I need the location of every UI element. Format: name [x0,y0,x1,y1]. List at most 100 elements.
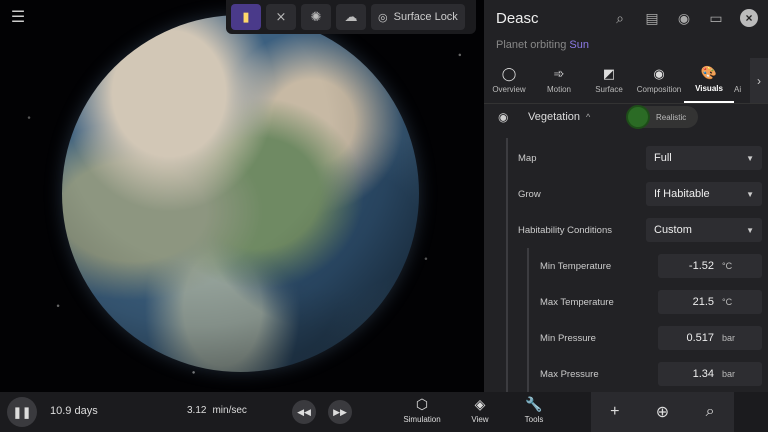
max-temperature-label: Max Temperature [540,296,614,308]
surface-lock-button[interactable]: ◎ Surface Lock [371,4,465,30]
menu-label: Simulation [403,415,441,424]
max-temperature-input[interactable]: 21.5 °C [658,290,762,314]
search-icon[interactable]: ⌕ [606,4,634,32]
add-icon[interactable]: + [600,403,630,421]
no-lines-icon[interactable]: ⨯ [266,4,296,30]
view-toolbar: ▮ ⨯ ✺ ☁ ◎ Surface Lock [226,0,476,34]
habitability-row: Habitability Conditions Custom ▼ [518,217,762,243]
tab-surface[interactable]: ◩ Surface [584,58,634,103]
visibility-eye-icon[interactable]: ◉ [498,110,514,124]
chevron-right-icon[interactable]: › [750,58,768,103]
max-pressure-input[interactable]: 1.34 bar [658,362,762,386]
min-pressure-label: Min Pressure [540,332,596,344]
speed-unit: min/sec [212,405,247,416]
action-buttons: + ⊕ ⌕ [591,392,734,432]
motion-icon: ➾ [553,66,565,81]
min-pressure-input[interactable]: 0.517 bar [658,326,762,350]
panel-subtitle: Planet orbiting Sun [484,36,768,54]
surface-icon: ◩ [602,66,616,81]
vegetation-section-header[interactable]: ◉ Vegetation ^ Realistic [484,105,768,129]
fast-forward-button[interactable]: ▶▶ [328,400,352,424]
min-temperature-value: -1.52 [688,260,714,272]
min-pressure-row: Min Pressure 0.517 bar [540,325,762,351]
menu-label: Tools [524,415,544,424]
subtitle-prefix: Planet orbiting [496,39,567,51]
min-temperature-label: Min Temperature [540,260,612,272]
close-icon[interactable]: × [740,9,758,27]
map-row: Map Full ▼ [518,145,762,171]
tab-visuals[interactable]: 🎨 Visuals [684,58,734,103]
pause-button[interactable]: ❚❚ [7,397,37,427]
overview-icon: ◯ [501,66,517,81]
dropdown-arrow-icon: ▼ [746,189,754,199]
min-pressure-value: 0.517 [686,332,714,344]
search-icon[interactable]: ⌕ [695,403,725,421]
unit-label: °C [722,297,733,307]
chevron-up-icon[interactable]: ^ [586,112,590,122]
dropdown-arrow-icon: ▼ [746,153,754,163]
palette-icon: 🎨 [700,65,718,80]
tab-label: Ai [734,85,742,94]
surface-lock-icon: ◎ [378,11,388,24]
composition-icon: ◉ [653,66,665,81]
max-pressure-row: Max Pressure 1.34 bar [540,361,762,387]
unit-label: bar [722,369,736,379]
surface-lock-label: Surface Lock [393,11,458,23]
speed-value: 3.12 [187,405,207,416]
realistic-toggle[interactable]: Realistic [626,105,698,129]
layers-icon: ◈ [474,396,486,412]
dropdown-arrow-icon: ▼ [746,225,754,235]
unit-label: bar [722,333,736,343]
tab-label: Overview [492,85,526,94]
no-gravity-icon[interactable]: ✺ [301,4,331,30]
parent-body-link[interactable]: Sun [569,39,589,51]
simulation-viewport[interactable] [0,0,484,392]
tab-label: Surface [595,85,623,94]
eye-icon[interactable]: ◉ [670,4,698,32]
habitability-label: Habitability Conditions [518,224,612,236]
map-label: Map [518,152,537,164]
max-pressure-label: Max Pressure [540,368,599,380]
info-card-icon[interactable]: ▤ [638,4,666,32]
tab-motion[interactable]: ➾ Motion [534,58,584,103]
window-icon[interactable]: ▭ [702,4,730,32]
view-menu-button[interactable]: ◈ View [455,396,505,424]
tab-label: Visuals [695,84,723,93]
cloud-off-icon[interactable]: ☁ [336,4,366,30]
grow-row: Grow If Habitable ▼ [518,181,762,207]
hamburger-menu-icon[interactable]: ☰ [8,8,28,28]
simulation-menu-button[interactable]: ⬡ Simulation [397,396,447,424]
map-select[interactable]: Full ▼ [646,146,762,170]
flashlight-icon[interactable]: ▮ [231,4,261,30]
panel-tabs: ◯ Overview ➾ Motion ◩ Surface ◉ Composit… [484,58,768,104]
tab-composition[interactable]: ◉ Composition [634,58,684,103]
subsection-indent-line [527,248,529,392]
toggle-label: Realistic [656,112,687,122]
tab-label: Composition [636,85,682,94]
min-temperature-input[interactable]: -1.52 °C [658,254,762,278]
tab-label: Motion [546,85,571,94]
panel-title: Deasc [496,9,539,27]
grow-value: If Habitable [654,188,710,200]
simulation-speed: 3.12 min/sec [187,405,247,416]
section-indent-line [506,138,508,392]
move-object-icon[interactable]: ⊕ [647,402,677,422]
grow-select[interactable]: If Habitable ▼ [646,182,762,206]
cube-icon: ⬡ [415,396,429,412]
tools-menu-button[interactable]: 🔧 Tools [509,396,559,424]
habitability-value: Custom [654,224,692,236]
habitability-select[interactable]: Custom ▼ [646,218,762,242]
menu-label: View [471,415,489,424]
toggle-knob [626,105,650,129]
max-temperature-value: 21.5 [692,296,714,308]
max-temperature-row: Max Temperature 21.5 °C [540,289,762,315]
panel-header: Deasc ⌕ ▤ ◉ ▭ × [484,0,768,36]
min-temperature-row: Min Temperature -1.52 °C [540,253,762,279]
elapsed-time: 10.9 days [50,405,98,417]
section-label: Vegetation [528,111,580,123]
tab-overview[interactable]: ◯ Overview [484,58,534,103]
grow-label: Grow [518,188,541,200]
rewind-button[interactable]: ◀◀ [292,400,316,424]
map-value: Full [654,152,672,164]
planet-render[interactable] [62,15,419,372]
